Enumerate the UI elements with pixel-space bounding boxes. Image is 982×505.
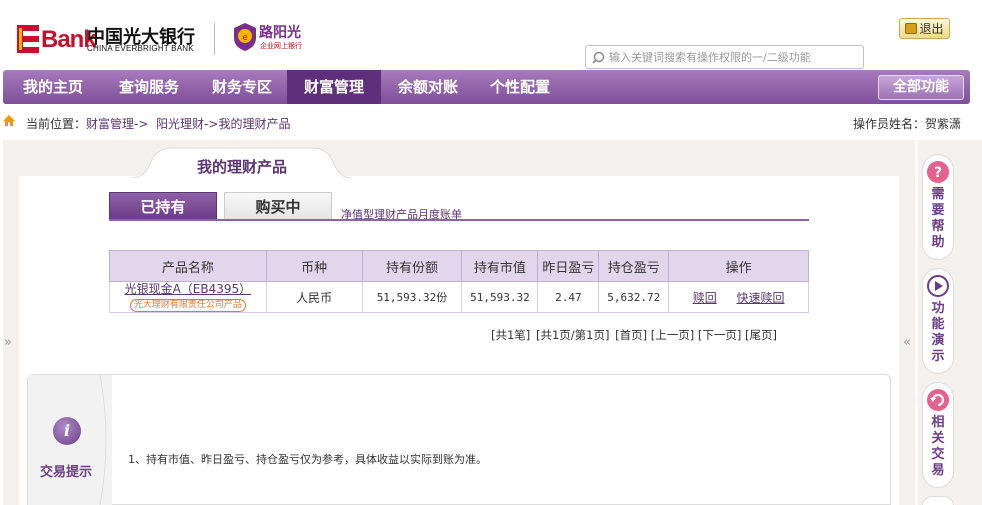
breadcrumb-prefix: 当前位置： bbox=[26, 117, 87, 131]
pager-pages: [共1页/第1页] bbox=[535, 328, 610, 342]
refresh-icon bbox=[927, 389, 949, 411]
svg-text:?: ? bbox=[934, 165, 942, 181]
nav-item-settings[interactable]: 个性配置 bbox=[473, 70, 567, 104]
pager-next[interactable]: [下一页] bbox=[698, 328, 741, 342]
badge-name: 路阳光 bbox=[259, 25, 301, 41]
collapse-right-icon[interactable]: « bbox=[903, 335, 911, 350]
logo-divider bbox=[214, 23, 215, 55]
logout-icon bbox=[905, 23, 918, 34]
breadcrumb-my-products[interactable]: 我的理财产品 bbox=[218, 117, 290, 131]
demo-button[interactable]: 功能演示 bbox=[922, 268, 954, 374]
table-header-row: 产品名称 币种 持有份额 持有市值 昨日盈亏 持仓盈亏 操作 bbox=[109, 250, 809, 282]
col-market-value: 持有市值 bbox=[461, 250, 539, 282]
header: Bank 中国光大银行 CHINA EVERBRIGHT BANK e 路阳光 … bbox=[0, 0, 982, 70]
breadcrumb-wealth[interactable]: 财富管理-> bbox=[86, 117, 148, 131]
col-yesterday-pnl: 昨日盈亏 bbox=[537, 250, 600, 282]
yesterday-pnl-cell: 2.47 bbox=[537, 281, 600, 313]
col-currency: 币种 bbox=[265, 250, 363, 282]
fast-redeem-link[interactable]: 快速赎回 bbox=[737, 291, 785, 305]
sunshine-badge-icon: e bbox=[234, 23, 256, 51]
pagination: [共1笔] [共1页/第1页] [首页] [上一页] [下一页] [尾页] bbox=[491, 327, 777, 343]
redeem-link[interactable]: 赎回 bbox=[693, 291, 717, 305]
bank-logo-icon bbox=[17, 25, 39, 53]
operator-name: 操作员姓名：贺紫潇 bbox=[853, 117, 962, 131]
trade-tip-text: 1、持有市值、昨日盈亏、持仓盈亏仅为参考，具体收益以实际到账为准。 bbox=[128, 453, 487, 466]
nav-item-home[interactable]: 我的主页 bbox=[3, 70, 103, 104]
related-label: 相关交易 bbox=[931, 415, 945, 478]
col-shares: 持有份额 bbox=[361, 250, 463, 282]
product-cell: 光银现金A（EB4395） 光大理财有限责任公司产品 bbox=[109, 281, 267, 313]
breadcrumb-sunshine[interactable]: 阳光理财-> bbox=[156, 117, 218, 131]
col-actions: 操作 bbox=[668, 250, 809, 282]
pager-first[interactable]: [首页] bbox=[615, 328, 647, 342]
main-nav: 我的主页 查询服务 财务专区 财富管理 余额对账 个性配置 全部功能 bbox=[3, 70, 970, 104]
play-icon bbox=[927, 275, 949, 297]
breadcrumb: 当前位置：财富管理-> 阳光理财->我的理财产品 操作员姓名：贺紫潇 bbox=[0, 112, 982, 132]
search-input[interactable] bbox=[609, 50, 849, 64]
tab-held[interactable]: 已持有 bbox=[109, 192, 217, 220]
col-position-pnl: 持仓盈亏 bbox=[598, 250, 670, 282]
home-icon bbox=[3, 115, 15, 126]
market-value-cell: 51,593.32 bbox=[461, 281, 539, 313]
help-button[interactable]: ? 需要帮助 bbox=[922, 154, 954, 260]
shares-cell: 51,593.32份 bbox=[361, 281, 463, 313]
table-row: 光银现金A（EB4395） 光大理财有限责任公司产品 人民币 51,593.32… bbox=[109, 281, 809, 313]
position-pnl-cell: 5,632.72 bbox=[598, 281, 670, 313]
main-tab-my-products[interactable]: 我的理财产品 bbox=[132, 156, 352, 177]
logout-label: 退出 bbox=[919, 22, 944, 36]
subtab-underline bbox=[109, 219, 809, 221]
currency-cell: 人民币 bbox=[265, 281, 363, 313]
bank-name-en: CHINA EVERBRIGHT BANK bbox=[87, 44, 194, 53]
more-button[interactable] bbox=[922, 496, 954, 505]
pager-last[interactable]: [尾页] bbox=[745, 328, 777, 342]
demo-label: 功能演示 bbox=[931, 301, 945, 364]
trade-tip-box bbox=[27, 374, 891, 505]
expand-left-icon[interactable]: » bbox=[4, 335, 12, 350]
svg-text:e: e bbox=[242, 33, 248, 43]
nav-item-finance[interactable]: 财务专区 bbox=[195, 70, 289, 104]
function-search[interactable] bbox=[585, 45, 864, 69]
trade-tip-label: 交易提示 bbox=[40, 465, 93, 480]
logout-button[interactable]: 退出 bbox=[899, 18, 950, 39]
all-functions-button[interactable]: 全部功能 bbox=[878, 75, 964, 100]
nav-item-balance[interactable]: 余额对账 bbox=[381, 70, 475, 104]
related-button[interactable]: 相关交易 bbox=[922, 382, 954, 488]
question-icon: ? bbox=[927, 161, 949, 183]
col-product-name: 产品名称 bbox=[109, 250, 267, 282]
badge-subtitle: 企业网上银行 bbox=[260, 42, 302, 50]
search-icon bbox=[592, 51, 605, 64]
nav-item-wealth[interactable]: 财富管理 bbox=[287, 70, 381, 104]
tip-divider-shape bbox=[96, 375, 107, 505]
pager-prev[interactable]: [上一页] bbox=[651, 328, 694, 342]
help-label: 需要帮助 bbox=[931, 187, 945, 250]
tab-purchasing[interactable]: 购买中 bbox=[224, 192, 332, 220]
info-icon: i bbox=[53, 417, 81, 445]
actions-cell: 赎回 快速赎回 bbox=[668, 281, 809, 313]
breadcrumb-path: 当前位置：财富管理-> 阳光理财->我的理财产品 bbox=[26, 115, 290, 132]
pager-total: [共1笔] bbox=[491, 328, 531, 342]
product-name-link[interactable]: 光银现金A（EB4395） bbox=[110, 282, 266, 296]
issuer-badge: 光大理财有限责任公司产品 bbox=[129, 299, 246, 312]
holdings-table: 产品名称 币种 持有份额 持有市值 昨日盈亏 持仓盈亏 操作 光银现金A（EB4… bbox=[109, 250, 809, 313]
nav-item-query[interactable]: 查询服务 bbox=[103, 70, 195, 104]
